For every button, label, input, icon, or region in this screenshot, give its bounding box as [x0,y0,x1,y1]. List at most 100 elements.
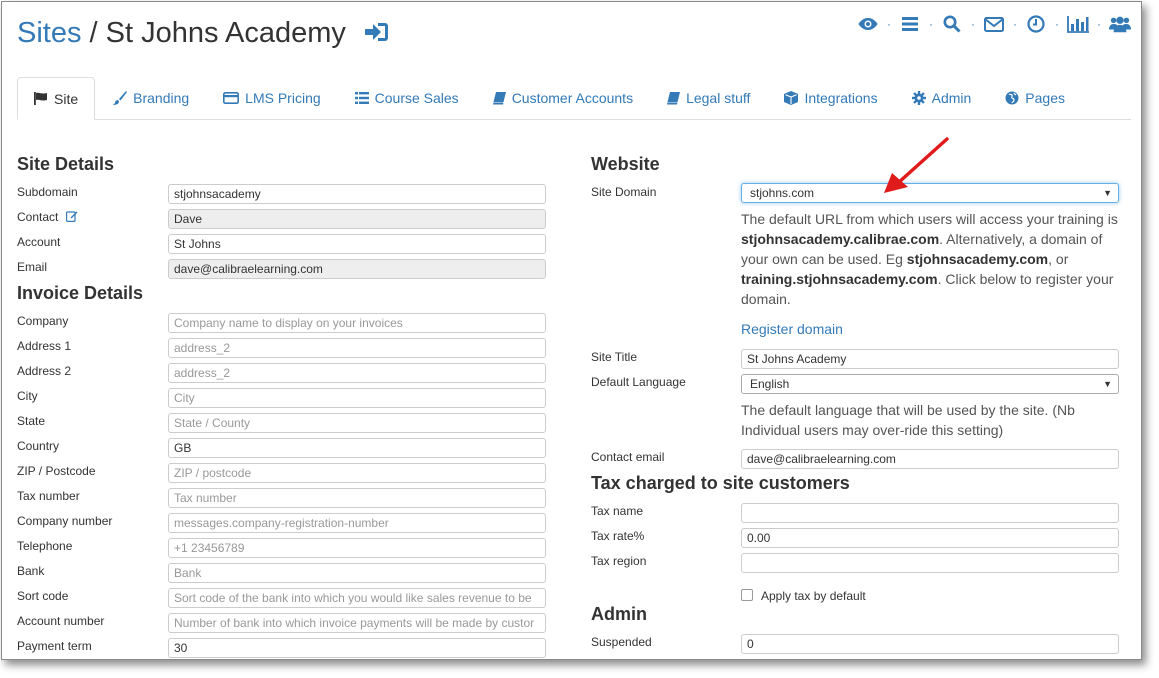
breadcrumb-separator: / [89,17,98,49]
tab-label: Branding [133,90,190,106]
list-icon[interactable] [899,12,921,36]
website-heading: Website [591,154,660,174]
telephone-label: Telephone [17,539,73,553]
tab-label: LMS Pricing [245,90,321,106]
subdomain-input[interactable] [168,184,546,204]
tax-number-input[interactable] [168,488,546,508]
account-input[interactable] [168,234,546,254]
tab-customer-accounts[interactable]: Customer Accounts [477,77,649,119]
users-icon[interactable] [1109,12,1131,36]
tab-label: Customer Accounts [511,90,634,106]
site-title-label: Site Title [591,350,638,364]
annotation-arrow-icon [884,137,949,193]
toolbar-separator: · [1013,17,1017,31]
bank-input[interactable] [168,563,546,583]
tab-admin[interactable]: Admin [896,77,988,119]
tab-label: Integrations [804,90,878,106]
brush-icon [113,91,128,105]
address1-input[interactable] [168,338,546,358]
breadcrumb-sites-link[interactable]: Sites [17,17,81,49]
state-input[interactable] [168,413,546,433]
tab-legal-stuff[interactable]: Legal stuff [651,77,766,119]
register-domain-link[interactable]: Register domain [741,321,843,337]
email-label: Email [17,260,48,274]
book-icon [667,91,681,104]
toolbar-separator: · [929,17,933,31]
bar-chart-icon[interactable] [1067,12,1089,36]
subdomain-label: Subdomain [17,185,78,199]
gear-icon [911,91,926,105]
account-label: Account [17,235,61,249]
tax-rate-input[interactable] [741,528,1119,548]
tax-region-label: Tax region [591,554,647,568]
tab-branding[interactable]: Branding [97,77,205,119]
tab-integrations[interactable]: Integrations [768,77,893,119]
account-number-input[interactable] [168,613,546,633]
city-input[interactable] [168,388,546,408]
contact-input[interactable] [168,209,546,229]
apply-tax-label: Apply tax by default [761,589,866,603]
city-label: City [17,389,38,403]
clock-icon[interactable] [1025,12,1047,36]
flag-icon [34,92,47,105]
payment-term-input[interactable] [168,638,546,658]
tab-pages[interactable]: Pages [989,77,1081,119]
tax-name-label: Tax name [591,504,644,518]
envelope-icon[interactable] [983,12,1005,36]
tax-name-input[interactable] [741,503,1119,523]
book-icon [492,91,506,104]
toolbar-separator: · [971,17,975,31]
apply-tax-checkbox[interactable] [741,589,753,601]
sign-in-icon[interactable] [364,18,390,52]
default-url: stjohnsacademy.calibrae.com [741,231,940,247]
state-label: State [17,414,46,428]
bank-label: Bank [17,564,45,578]
admin-heading: Admin [591,604,647,624]
chevron-down-icon: ▼ [1103,379,1112,389]
zip-input[interactable] [168,463,546,483]
domain-help-text: The default URL from which users will ac… [741,209,1126,309]
top-toolbar: · · · · · · [857,12,1131,36]
email-input[interactable] [168,259,546,279]
contact-email-input[interactable] [741,449,1119,469]
credit-card-icon [223,92,240,104]
tab-bar: Site Branding LMS Pricing Course Sales C… [17,77,1131,120]
contact-label-text: Contact [17,210,59,224]
tax-region-input[interactable] [741,553,1119,573]
company-number-input[interactable] [168,513,546,533]
default-language-select[interactable]: English ▼ [741,374,1119,394]
chevron-down-icon: ▼ [1103,188,1112,198]
site-title-input[interactable] [741,349,1119,369]
example-subdomain: training.stjohnsacademy.com [741,271,938,287]
site-domain-label: Site Domain [591,185,657,199]
tab-site[interactable]: Site [17,77,96,120]
globe-icon [1005,91,1019,105]
toolbar-separator: · [1097,17,1101,31]
cube-icon [784,91,799,105]
account-number-label: Account number [17,614,105,628]
toolbar-separator: · [1055,17,1059,31]
telephone-input[interactable] [168,538,546,558]
invoice-details-heading: Invoice Details [17,283,144,303]
sort-code-input[interactable] [168,588,546,608]
example-domain: stjohnsacademy.com [906,251,1049,267]
address2-label: Address 2 [17,364,72,378]
edit-icon[interactable] [65,210,78,226]
address2-input[interactable] [168,363,546,383]
company-number-label: Company number [17,514,113,528]
tax-rate-label: Tax rate% [591,529,645,543]
suspended-input[interactable] [741,634,1119,654]
tab-course-sales[interactable]: Course Sales [339,77,475,119]
address1-label: Address 1 [17,339,72,353]
tab-lms-pricing[interactable]: LMS Pricing [207,77,336,119]
language-help-text: The default language that will be used b… [741,402,1075,438]
company-label: Company [17,314,69,328]
eye-icon[interactable] [857,12,879,36]
company-input[interactable] [168,313,546,333]
domain-help-part: , or [1048,251,1069,267]
default-language-label: Default Language [591,375,686,389]
search-icon[interactable] [941,12,963,36]
tab-label: Legal stuff [686,90,751,106]
app-window: Sites / St Johns Academy · · · · · · Sit… [1,1,1142,660]
country-input[interactable] [168,438,546,458]
